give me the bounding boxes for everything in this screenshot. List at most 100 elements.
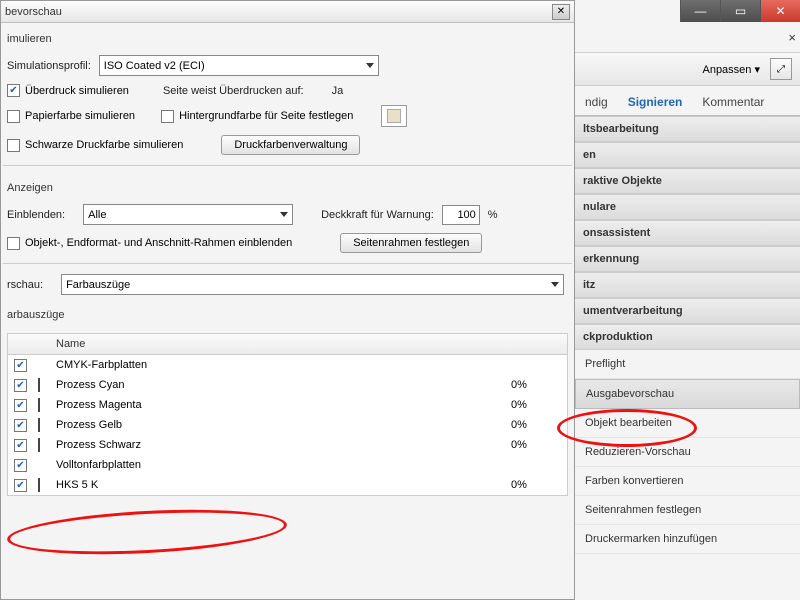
show-value: Alle bbox=[88, 209, 106, 221]
page-overprint-value: Ja bbox=[332, 85, 344, 97]
toolbar: Anpassen ▾ ⤢ bbox=[575, 52, 800, 86]
sim-profile-select[interactable]: ISO Coated v2 (ECI) bbox=[99, 55, 379, 76]
section-simulate: imulieren bbox=[1, 23, 574, 51]
tools-tabs: ndig Signieren Kommentar bbox=[575, 86, 800, 116]
section-header[interactable]: umentverarbeitung bbox=[575, 298, 800, 324]
overprint-label: Überdruck simulieren bbox=[25, 85, 129, 97]
bg-color-label: Hintergrundfarbe für Seite festlegen bbox=[179, 110, 353, 122]
table-row: ✔ Prozess Magenta0% bbox=[8, 395, 567, 415]
table-row: ✔ Volltonfarbplatten bbox=[8, 455, 567, 475]
opacity-label: Deckkraft für Warnung: bbox=[321, 209, 434, 221]
black-ink-label: Schwarze Druckfarbe simulieren bbox=[25, 139, 183, 151]
chevron-down-icon bbox=[280, 212, 288, 217]
show-label: Einblenden: bbox=[7, 209, 65, 221]
table-row: ✔ Prozess Cyan0% bbox=[8, 375, 567, 395]
dialog-titlebar: bevorschau ✕ bbox=[1, 1, 574, 23]
ink-manager-button[interactable]: Druckfarbenverwaltung bbox=[221, 135, 360, 155]
row-checkbox[interactable]: ✔ bbox=[14, 379, 27, 392]
row-checkbox[interactable]: ✔ bbox=[14, 399, 27, 412]
table-row: ✔ Prozess Gelb0% bbox=[8, 415, 567, 435]
close-icon[interactable]: ✕ bbox=[760, 0, 800, 22]
show-select[interactable]: Alle bbox=[83, 204, 293, 225]
output-preview-dialog: bevorschau ✕ imulieren Simulationsprofil… bbox=[0, 0, 575, 600]
row-value: 0% bbox=[511, 399, 561, 411]
tools-sidebar: ltsbearbeitungenraktive Objektenulareons… bbox=[575, 116, 800, 600]
show-boxes-checkbox[interactable]: Objekt-, Endformat- und Anschnitt-Rahmen… bbox=[7, 237, 292, 250]
app-panel: — ▭ ✕ × Anpassen ▾ ⤢ ndig Signieren Komm… bbox=[575, 0, 800, 600]
annotation-ellipse bbox=[6, 504, 288, 561]
section-separations: arbauszüge bbox=[1, 299, 574, 327]
black-ink-checkbox[interactable]: Schwarze Druckfarbe simulieren bbox=[7, 139, 183, 152]
sidebar-item[interactable]: Farben konvertieren bbox=[575, 467, 800, 496]
row-value: 0% bbox=[511, 419, 561, 431]
table-row: ✔ CMYK-Farbplatten bbox=[8, 355, 567, 375]
page-overprint-label: Seite weist Überdrucken auf: bbox=[163, 85, 304, 97]
tab-fill-sign[interactable]: ndig bbox=[575, 89, 618, 115]
color-swatch bbox=[38, 398, 40, 412]
sidebar-item[interactable]: Seitenrahmen festlegen bbox=[575, 496, 800, 525]
tab-close-icon[interactable]: × bbox=[788, 30, 796, 45]
sidebar-item[interactable]: Ausgabevorschau bbox=[575, 379, 800, 409]
row-value: 0% bbox=[511, 479, 561, 491]
section-header[interactable]: erkennung bbox=[575, 246, 800, 272]
sidebar-item[interactable]: Preflight bbox=[575, 350, 800, 379]
opacity-unit: % bbox=[488, 209, 498, 221]
paper-color-label: Papierfarbe simulieren bbox=[25, 110, 135, 122]
row-value: 0% bbox=[511, 439, 561, 451]
bg-color-swatch-button[interactable] bbox=[381, 105, 407, 127]
row-value: 0% bbox=[511, 379, 561, 391]
section-header[interactable]: ckproduktion bbox=[575, 324, 800, 350]
sidebar-item[interactable]: Reduzieren-Vorschau bbox=[575, 438, 800, 467]
tab-sign[interactable]: Signieren bbox=[618, 89, 693, 115]
row-name: Volltonfarbplatten bbox=[56, 459, 511, 471]
close-icon[interactable]: ✕ bbox=[552, 4, 570, 20]
row-name: Prozess Magenta bbox=[56, 399, 511, 411]
tab-comment[interactable]: Kommentar bbox=[692, 89, 774, 115]
opacity-input[interactable] bbox=[442, 205, 480, 225]
row-checkbox[interactable]: ✔ bbox=[14, 459, 27, 472]
sim-profile-value: ISO Coated v2 (ECI) bbox=[104, 60, 205, 72]
color-swatch bbox=[38, 418, 40, 432]
row-checkbox[interactable]: ✔ bbox=[14, 419, 27, 432]
column-name: Name bbox=[56, 338, 511, 350]
maximize-icon[interactable]: ▭ bbox=[720, 0, 760, 22]
section-header[interactable]: nulare bbox=[575, 194, 800, 220]
preview-label: rschau: bbox=[7, 279, 43, 291]
expand-icon[interactable]: ⤢ bbox=[770, 58, 792, 80]
sidebar-item[interactable]: Objekt bearbeiten bbox=[575, 409, 800, 438]
section-header[interactable]: ltsbearbeitung bbox=[575, 116, 800, 142]
paper-color-checkbox[interactable]: Papierfarbe simulieren bbox=[7, 110, 135, 123]
section-header[interactable]: raktive Objekte bbox=[575, 168, 800, 194]
show-boxes-label: Objekt-, Endformat- und Anschnitt-Rahmen… bbox=[25, 237, 292, 249]
row-checkbox[interactable]: ✔ bbox=[14, 359, 27, 372]
preview-select[interactable]: Farbauszüge bbox=[61, 274, 564, 295]
sidebar-item[interactable]: Druckermarken hinzufügen bbox=[575, 525, 800, 554]
dialog-title: bevorschau bbox=[5, 6, 62, 18]
customize-menu[interactable]: Anpassen ▾ bbox=[702, 63, 760, 76]
chevron-down-icon bbox=[366, 63, 374, 68]
page-boxes-button[interactable]: Seitenrahmen festlegen bbox=[340, 233, 482, 253]
row-checkbox[interactable]: ✔ bbox=[14, 479, 27, 492]
sim-profile-label: Simulationsprofil: bbox=[7, 60, 91, 72]
window-controls: — ▭ ✕ bbox=[680, 0, 800, 22]
color-swatch bbox=[38, 378, 40, 392]
overprint-checkbox[interactable]: ✔ Überdruck simulieren bbox=[7, 84, 129, 97]
section-header[interactable]: itz bbox=[575, 272, 800, 298]
minimize-icon[interactable]: — bbox=[680, 0, 720, 22]
preview-value: Farbauszüge bbox=[66, 279, 130, 291]
row-name: CMYK-Farbplatten bbox=[56, 359, 511, 371]
color-swatch bbox=[38, 438, 40, 452]
row-name: Prozess Gelb bbox=[56, 419, 511, 431]
color-swatch bbox=[38, 478, 40, 492]
table-row: ✔ Prozess Schwarz0% bbox=[8, 435, 567, 455]
section-display: Anzeigen bbox=[1, 172, 574, 200]
row-name: Prozess Schwarz bbox=[56, 439, 511, 451]
row-name: HKS 5 K bbox=[56, 479, 511, 491]
table-row: ✔ HKS 5 K0% bbox=[8, 475, 567, 495]
bg-color-checkbox[interactable]: Hintergrundfarbe für Seite festlegen bbox=[161, 110, 353, 123]
row-name: Prozess Cyan bbox=[56, 379, 511, 391]
section-header[interactable]: onsassistent bbox=[575, 220, 800, 246]
section-header[interactable]: en bbox=[575, 142, 800, 168]
row-checkbox[interactable]: ✔ bbox=[14, 439, 27, 452]
chevron-down-icon bbox=[551, 282, 559, 287]
